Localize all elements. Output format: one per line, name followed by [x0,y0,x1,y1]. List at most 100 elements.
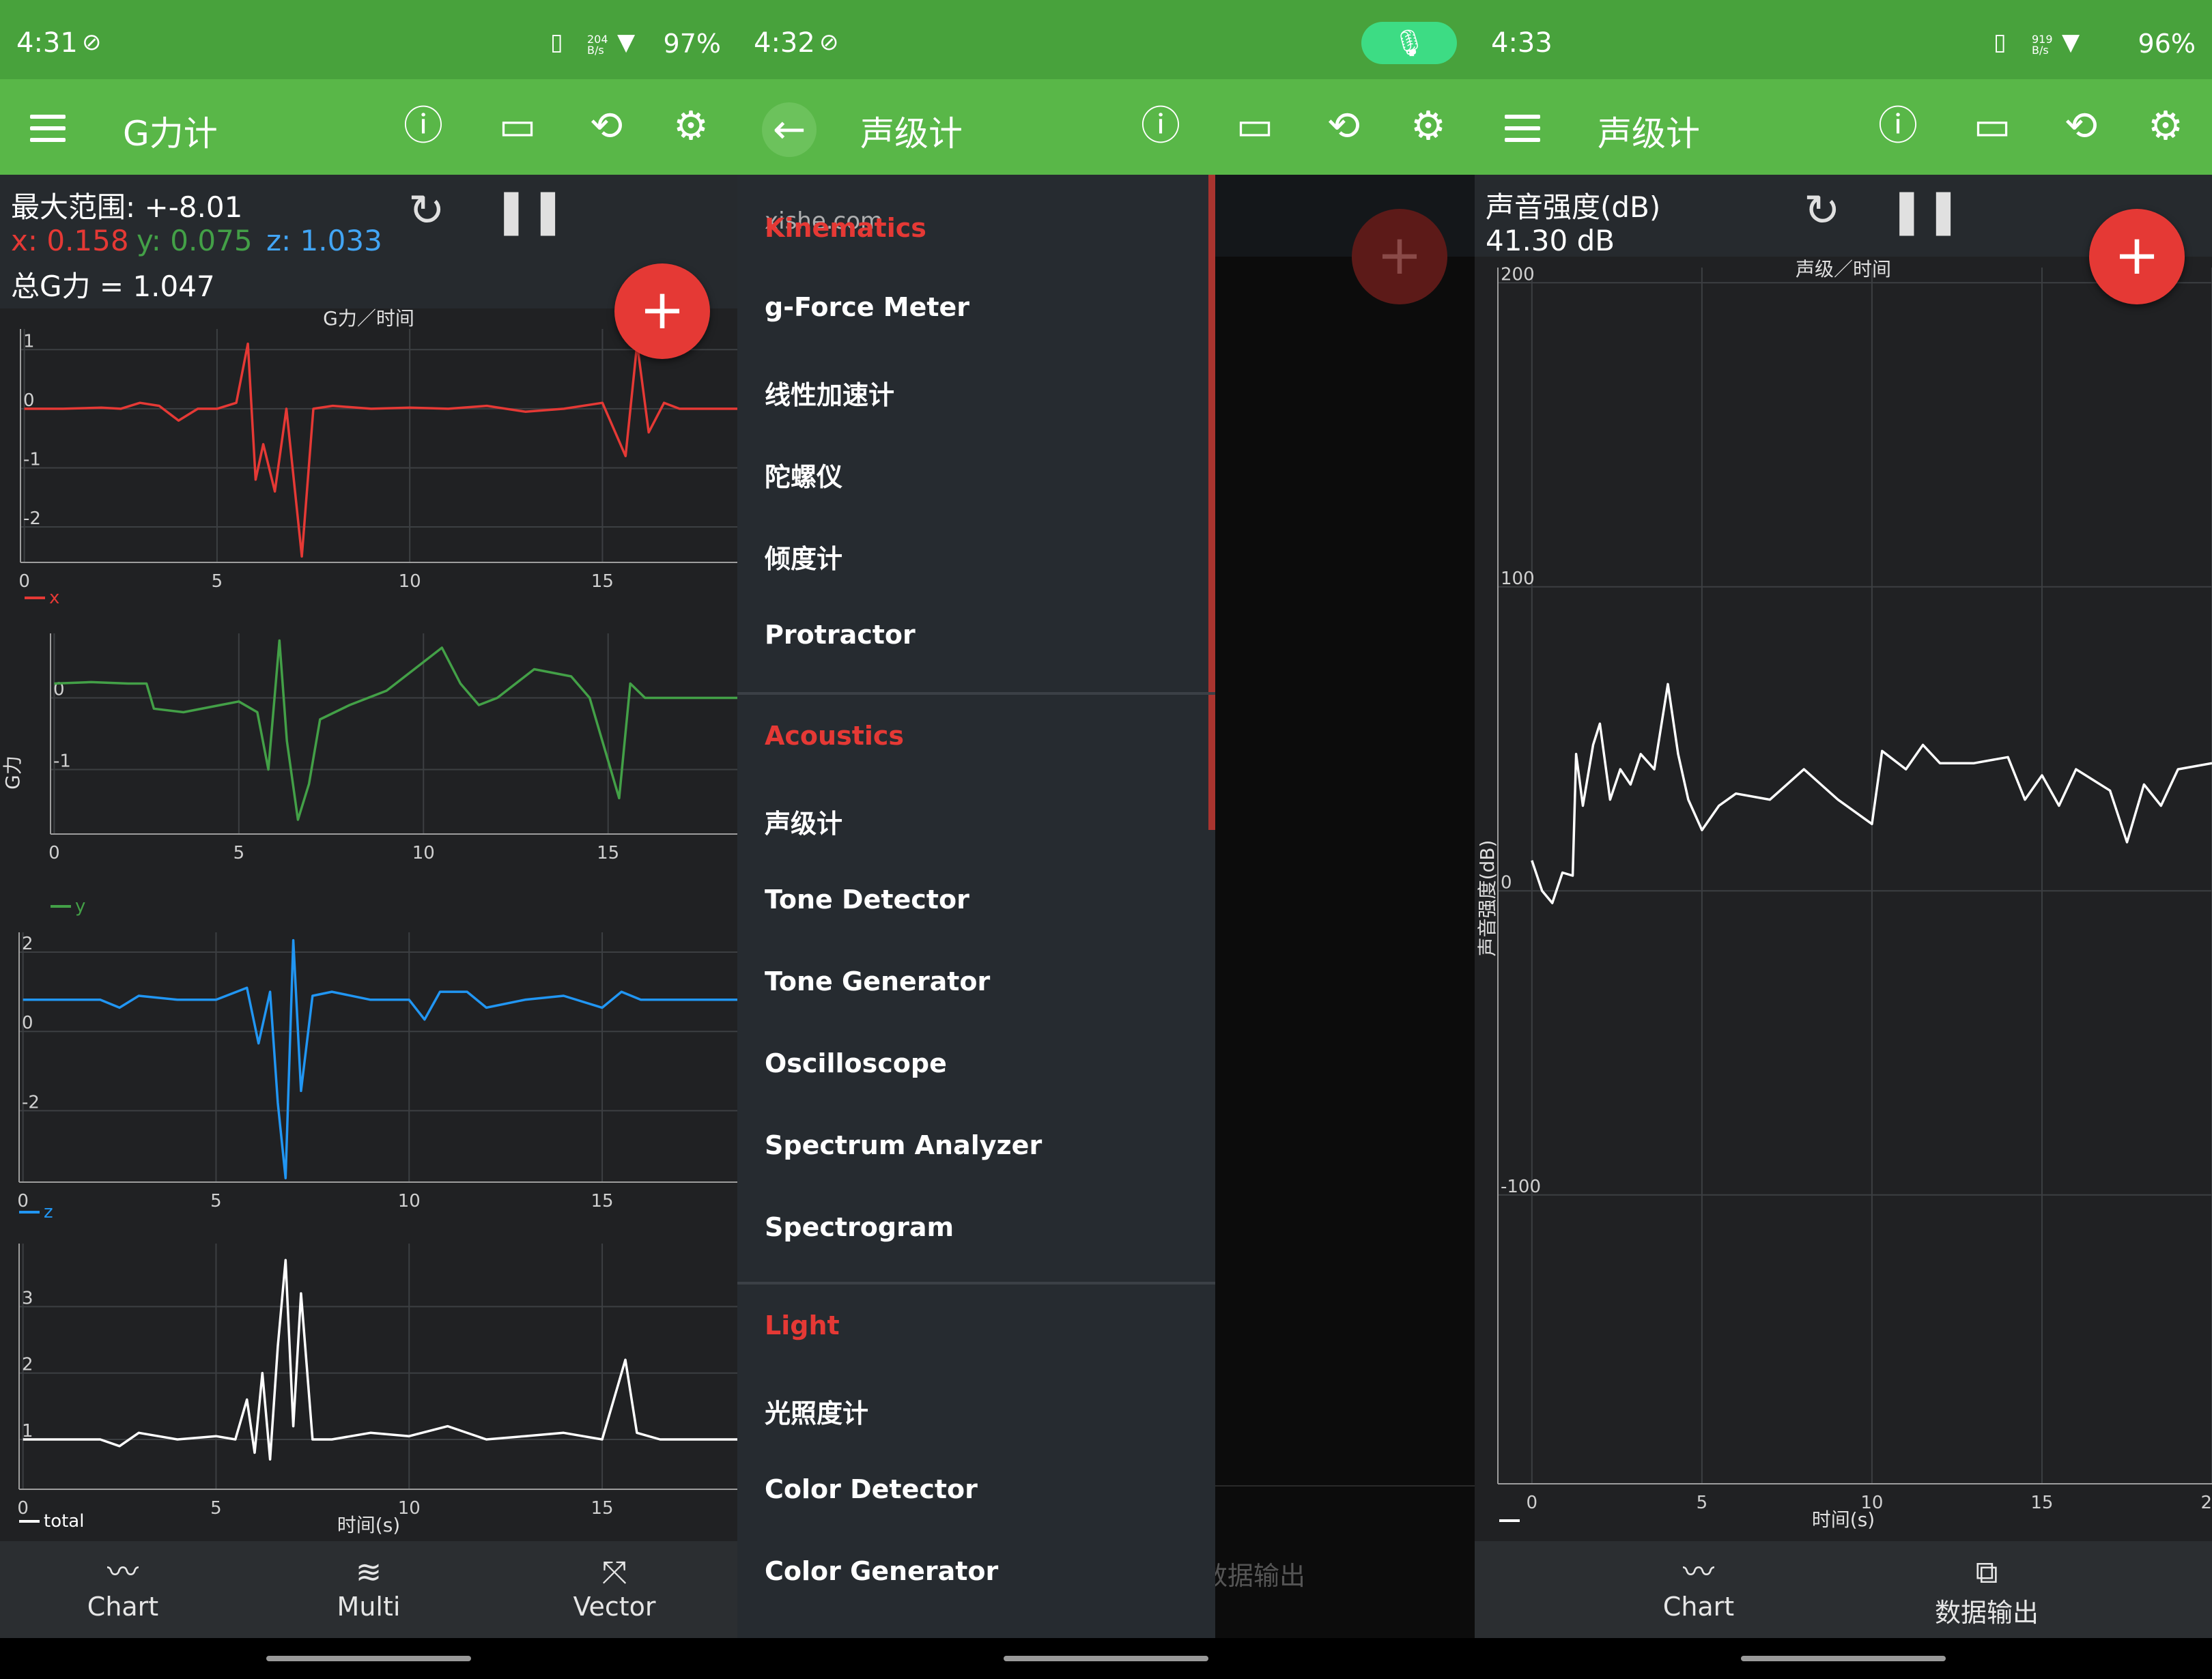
add-fab[interactable]: + [2089,209,2185,304]
app-bar: ← 声级计 ⓘ ▭ ⟲ ⚙ [737,79,1475,175]
drawer-scrollbar[interactable] [1208,175,1215,830]
x-tick-label: 15 [591,571,614,592]
info-icon[interactable]: ⓘ [1136,104,1185,147]
compass-icon: ⊘ [82,29,102,56]
sound-intensity-value: 41.30 dB [1486,224,1615,257]
y-tick-label: 0 [1501,872,1512,893]
status-bar: 4:31 ⊘ ▯ 204 B/s ▼ 97% [0,0,737,79]
folder-icon[interactable]: ▭ [1230,104,1279,147]
nav-chart[interactable]: 〰 Chart [55,1552,191,1622]
reset-icon[interactable]: ↻ [408,186,445,236]
chart-y: 0 5 10 150-1y [48,633,737,917]
y-tick-label: 1 [23,331,35,351]
x-tick-label: 20 [2200,1493,2212,1513]
series-line-y [54,639,737,821]
page-title: 声级计 [860,114,963,154]
line-chart-icon: 〰 [107,1553,139,1590]
x-tick-label: 0 [18,571,30,592]
drawer-item-tone-detector[interactable]: Tone Detector [765,885,969,915]
nav-chart[interactable]: 〰 Chart [1630,1552,1767,1622]
app-bar: G力计 ⓘ ▭ ⟲ ⚙ [0,79,737,175]
info-icon[interactable]: ⓘ [399,104,448,147]
net-speed: 919 B/s [2032,33,2053,57]
pause-icon[interactable]: ❚❚ [493,186,566,236]
y-axis-label: G力 [1,756,24,790]
screen-rotation-icon[interactable]: ⟲ [1319,104,1368,147]
gear-icon[interactable]: ⚙ [1404,104,1453,147]
status-time: 4:33 [1491,27,1552,59]
x-tick-label: 5 [210,1498,222,1519]
nav-data-export[interactable]: ⧉ 数据输出 [1918,1552,2055,1629]
hamburger-icon[interactable] [1505,115,1540,149]
battery-level: 97% [663,29,721,59]
x-tick-label: 10 [398,1191,421,1211]
y-tick-label: 2 [22,1355,33,1375]
section-header-light: Light [765,1310,840,1340]
chart-z: 0 5 10 1520-2z [17,932,737,1222]
legend-label: z [44,1202,53,1222]
drawer-item-sound-meter[interactable]: 声级计 [765,803,842,840]
y-tick-label: -2 [22,1092,40,1113]
sound-chart: 051015202001000-100声级／时间声音强度(dB)时间(s) [1476,258,2212,1531]
home-indicator[interactable] [1004,1656,1208,1661]
folder-icon[interactable]: ▭ [1968,104,2017,147]
y-tick-label: -1 [23,449,41,470]
drawer-item-oscilloscope[interactable]: Oscilloscope [765,1048,947,1078]
drawer-item-light-meter[interactable]: 光照度计 [765,1392,868,1430]
sound-meter-screen: 4:33 ▯ 919 B/s ▼ 96% 声级计 ⓘ ▭ ⟲ ⚙ 声音强度(dB)… [1475,0,2212,1679]
x-tick-label: 5 [233,843,245,863]
navigation-drawer-screen: 4:32 ⊘ 🎙 ← 声级计 ⓘ ▭ ⟲ ⚙ + 数据输出 xishe.com … [737,0,1475,1679]
legend-label: y [75,896,85,917]
drawer-item-spectrum-analyzer[interactable]: Spectrum Analyzer [765,1130,1042,1160]
x-tick-label: 15 [597,843,619,863]
chart-total: 0 5 10 15321total [17,1244,737,1532]
drawer-item-color-generator[interactable]: Color Generator [765,1556,998,1586]
home-indicator[interactable] [1741,1656,1946,1661]
legend-label: total [44,1511,84,1532]
drawer-item-tone-generator[interactable]: Tone Generator [765,966,990,996]
vibrate-icon: ▯ [550,29,563,56]
nav-data-export-partial[interactable]: 数据输出 [1202,1555,1305,1592]
add-fab[interactable]: + [614,263,710,359]
screen-rotation-icon[interactable]: ⟲ [2056,104,2105,147]
x-tick-label: 5 [1697,1493,1708,1513]
net-speed: 204 B/s [587,33,608,57]
reset-icon[interactable]: ↻ [1804,186,1841,236]
mic-icon: 🎙 [1361,22,1457,64]
home-indicator[interactable] [266,1656,471,1661]
drawer-item-inclinometer[interactable]: 倾度计 [765,538,842,575]
folder-icon[interactable]: ▭ [493,104,542,147]
g-force-screen: 4:31 ⊘ ▯ 204 B/s ▼ 97% G力计 ⓘ ▭ ⟲ ⚙ 最大范围: … [0,0,737,1679]
legend-label: x [49,588,59,608]
info-icon[interactable]: ⓘ [1873,104,1923,147]
back-arrow-icon[interactable]: ← [762,102,817,157]
drawer-item-color-detector[interactable]: Color Detector [765,1474,978,1504]
drawer-item-g-force-meter[interactable]: g-Force Meter [765,292,969,322]
x-tick-label: 0 [48,843,60,863]
y-axis-label: 声音强度(dB) [1476,840,1499,957]
nav-multi[interactable]: ≋ Multi [300,1552,437,1622]
compass-icon: ⊘ [819,29,839,56]
multi-line-icon: ≋ [355,1553,382,1590]
max-range: 最大范围: +-8.01 [11,190,243,224]
screen-rotation-icon[interactable]: ⟲ [582,104,631,147]
section-header-kinematics: Kinematics [765,213,926,243]
x-tick-label: 0 [17,1191,29,1211]
drawer-item-linear-accelerometer[interactable]: 线性加速计 [765,374,894,412]
nav-vector[interactable]: ⤧ Vector [546,1552,683,1622]
series-line-x [24,342,737,558]
data-export-icon: ⧉ [1975,1553,1998,1590]
pause-icon[interactable]: ❚❚ [1888,186,1961,236]
drawer-scrim[interactable]: + 数据输出 [1202,175,1475,1638]
drawer-item-protractor[interactable]: Protractor [765,620,916,650]
series-line-total [23,1259,737,1461]
y-tick-label: 200 [1501,264,1535,285]
total-g: 总G力 = 1.047 [11,270,215,303]
gear-icon[interactable]: ⚙ [666,104,715,147]
hamburger-icon[interactable] [30,115,66,149]
gear-icon[interactable]: ⚙ [2141,104,2190,147]
drawer-item-spectrogram[interactable]: Spectrogram [765,1212,954,1242]
drawer-item-gyroscope[interactable]: 陀螺仪 [765,456,842,493]
x-tick-label: 0 [1527,1493,1538,1513]
series-line-z [23,938,737,1179]
